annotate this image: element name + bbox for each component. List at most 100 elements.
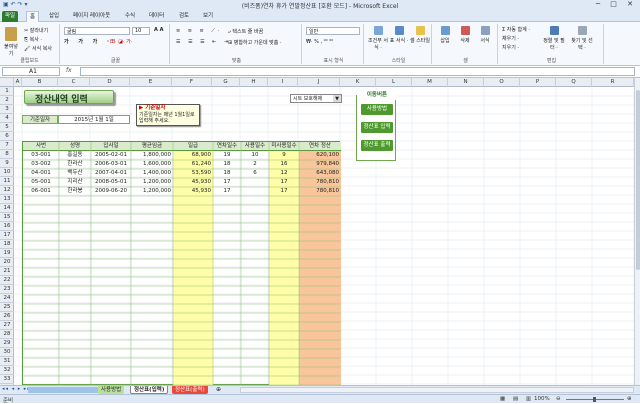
column-header[interactable]: Q	[556, 78, 592, 87]
tab-view[interactable]: 보기	[200, 11, 216, 22]
input-sheet-button[interactable]: 정산표 입력	[361, 122, 393, 133]
table-cell[interactable]: 68,900	[173, 151, 213, 160]
tab-data[interactable]: 데이터	[146, 11, 167, 22]
table-cell[interactable]: 2009-06-20	[91, 187, 131, 196]
row-header[interactable]: 15	[0, 213, 14, 222]
tab-nav-icons[interactable]: ◂◂ ◂ ▸ ▸▸	[2, 386, 31, 392]
table-cell[interactable]: 18	[213, 169, 241, 178]
table-cell[interactable]: 780,810	[299, 187, 341, 196]
row-header[interactable]: 23	[0, 285, 14, 294]
row-header[interactable]: 12	[0, 186, 14, 195]
column-header[interactable]: B	[22, 78, 58, 87]
table-cell[interactable]: 979,840	[299, 160, 341, 169]
row-header[interactable]: 27	[0, 321, 14, 330]
column-header[interactable]: R	[592, 78, 634, 87]
column-header[interactable]: J	[298, 78, 340, 87]
row-header[interactable]: 14	[0, 204, 14, 213]
column-header[interactable]: P	[520, 78, 556, 87]
table-cell[interactable]: 2006-03-01	[91, 160, 131, 169]
column-header[interactable]: H	[240, 78, 268, 87]
formula-input[interactable]	[80, 67, 635, 76]
zoom-slider-thumb[interactable]	[593, 397, 596, 402]
name-box[interactable]: A1	[2, 67, 60, 76]
horizontal-scrollbar[interactable]	[240, 387, 634, 393]
table-cell[interactable]: 지리산	[59, 178, 91, 187]
column-header[interactable]: D	[90, 78, 130, 87]
row-header[interactable]: 29	[0, 339, 14, 348]
chevron-down-icon[interactable]: ▼	[333, 95, 341, 102]
obscured-tab[interactable]	[28, 387, 98, 393]
fill-button[interactable]: 채우기 ·	[502, 35, 519, 42]
align-h-icons[interactable]: ☰ ☰ ☰ ⇤ ⇥	[176, 39, 231, 45]
row-header[interactable]: 16	[0, 222, 14, 231]
table-cell[interactable]: 1,600,000	[131, 160, 173, 169]
sheet-tab-how-to[interactable]: 사용방법	[98, 386, 125, 394]
row-header[interactable]: 24	[0, 294, 14, 303]
select-all-corner[interactable]	[0, 78, 14, 87]
row-header[interactable]: 33	[0, 375, 14, 384]
cut-button[interactable]: ✂ 잘라내기	[24, 27, 48, 34]
table-cell[interactable]: 17	[213, 178, 241, 187]
table-cell[interactable]: 1,800,000	[131, 151, 173, 160]
merge-center-button[interactable]: ⊞ 병합하고 가운데 맞춤 ·	[228, 39, 282, 46]
row-header[interactable]: 8	[0, 150, 14, 159]
row-header[interactable]: 6	[0, 132, 14, 141]
row-header[interactable]: 11	[0, 177, 14, 186]
table-cell[interactable]: 2	[241, 160, 269, 169]
table-cell[interactable]: 780,810	[299, 178, 341, 187]
column-header[interactable]: C	[58, 78, 90, 87]
bold-italic-underline-icons[interactable]: 가 가 가 ·	[64, 38, 113, 45]
table-cell[interactable]: 03-002	[23, 160, 59, 169]
row-header[interactable]: 2	[0, 96, 14, 105]
fx-icon[interactable]: fx	[66, 67, 72, 74]
number-format-select[interactable]: 일반	[306, 27, 360, 35]
row-header[interactable]: 26	[0, 312, 14, 321]
tab-insert[interactable]: 삽입	[46, 11, 62, 22]
row-header[interactable]: 7	[0, 141, 14, 150]
table-cell[interactable]: 홍길동	[59, 151, 91, 160]
table-cell[interactable]: 16	[269, 160, 299, 169]
zoom-out-icon[interactable]: ⊖	[556, 396, 561, 402]
paste-button[interactable]: 붙여넣기	[2, 27, 20, 57]
tab-home[interactable]: 홈	[26, 11, 40, 22]
row-header[interactable]: 20	[0, 258, 14, 267]
column-header[interactable]: G	[212, 78, 240, 87]
table-cell[interactable]: 643,080	[299, 169, 341, 178]
vertical-scrollbar[interactable]	[634, 78, 640, 385]
sort-filter-button[interactable]: 정렬 및 필터 ·	[542, 26, 566, 51]
table-cell[interactable]: 1,200,000	[131, 178, 173, 187]
table-cell[interactable]: 18	[213, 160, 241, 169]
row-header[interactable]: 28	[0, 330, 14, 339]
table-cell[interactable]: 45,930	[173, 178, 213, 187]
row-header[interactable]: 4	[0, 114, 14, 123]
table-cell[interactable]: 17	[269, 178, 299, 187]
zoom-level[interactable]: 100%	[534, 396, 550, 402]
table-cell[interactable]: 9	[269, 151, 299, 160]
table-cell[interactable]: 2005-02-01	[91, 151, 131, 160]
row-header[interactable]: 30	[0, 348, 14, 357]
column-header[interactable]: K	[340, 78, 376, 87]
find-select-button[interactable]: 찾기 및 선택 ·	[570, 26, 594, 51]
cell-styles-button[interactable]: 셀 스타일 ·	[410, 26, 430, 50]
column-header[interactable]: A	[14, 78, 22, 87]
table-cell[interactable]: 17	[213, 187, 241, 196]
font-grow-icon[interactable]: A A	[154, 27, 163, 33]
row-header[interactable]: 22	[0, 276, 14, 285]
column-header[interactable]: E	[130, 78, 172, 87]
how-to-button[interactable]: 사용방법	[361, 104, 393, 115]
format-cells-button[interactable]: 서식	[476, 26, 494, 44]
row-header[interactable]: 18	[0, 240, 14, 249]
table-cell[interactable]: 12	[269, 169, 299, 178]
worksheet-grid[interactable]: 정산내역 입력 기준일자 2015년 1월 1일 ▶ 기준일자 기준일자는 매년…	[14, 87, 634, 386]
scroll-thumb[interactable]	[636, 90, 640, 270]
insert-cells-button[interactable]: 삽입	[436, 26, 454, 44]
table-cell[interactable]: 61,240	[173, 160, 213, 169]
output-sheet-button[interactable]: 정산표 출력	[361, 140, 393, 151]
table-format-button[interactable]: 표 서식 ·	[389, 26, 409, 44]
table-cell[interactable]: 10	[241, 151, 269, 160]
column-header[interactable]: N	[448, 78, 484, 87]
autosum-button[interactable]: Σ 자동 합계 ·	[502, 26, 530, 33]
row-header[interactable]: 19	[0, 249, 14, 258]
base-date-value[interactable]: 2015년 1월 1일	[58, 115, 130, 124]
delete-cells-button[interactable]: 삭제	[456, 26, 474, 44]
